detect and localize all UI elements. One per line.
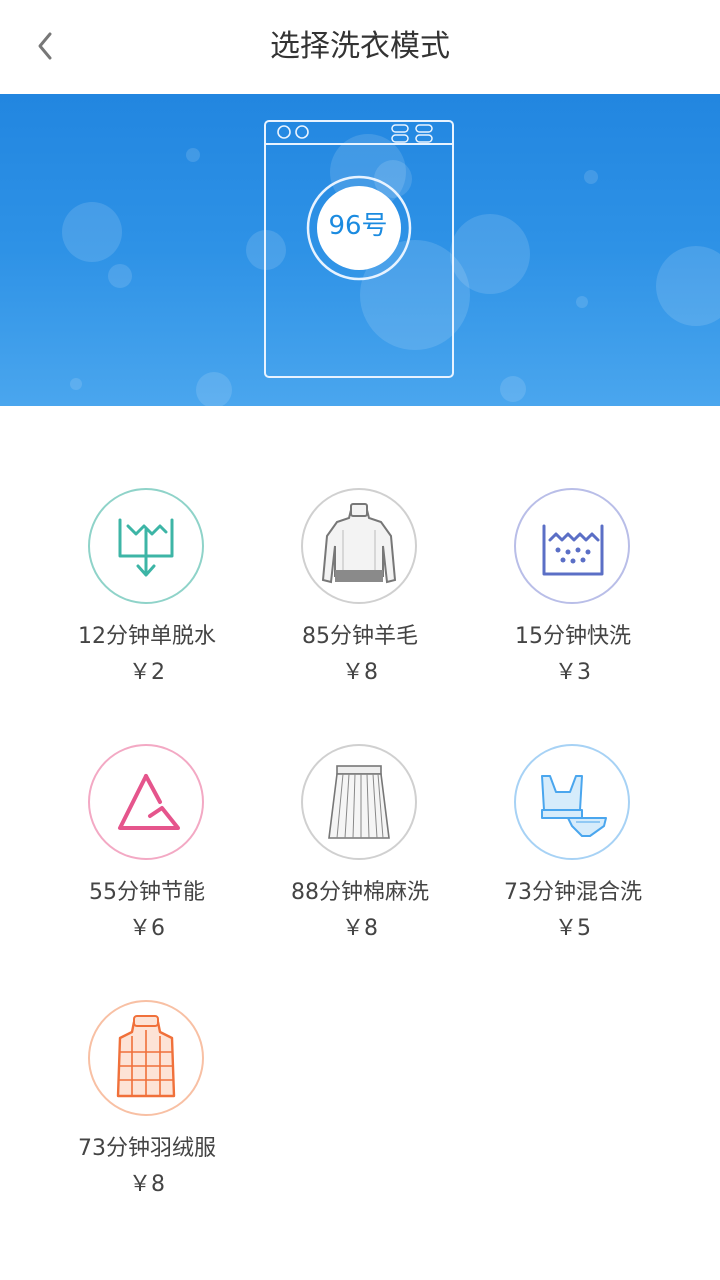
mode-price: ￥8 xyxy=(342,916,378,941)
quick-wash-icon xyxy=(542,524,604,576)
spin-dry-icon xyxy=(118,518,174,577)
mode-name: 15分钟快洗 xyxy=(515,624,631,649)
mode-item-quick-wash[interactable]: 15分钟快洗 ￥3 xyxy=(466,488,680,698)
mode-price: ￥6 xyxy=(129,916,165,941)
mode-item-energy-saving[interactable]: 55分钟节能 ￥6 xyxy=(40,744,254,954)
mode-item-spin-dry[interactable]: 12分钟单脱水 ￥2 xyxy=(40,488,254,698)
energy-saving-icon xyxy=(118,774,180,830)
down-vest-icon xyxy=(116,1015,176,1098)
underwear-icon xyxy=(541,775,607,837)
chevron-left-icon xyxy=(38,32,52,60)
mode-name: 55分钟节能 xyxy=(89,880,205,905)
page-title: 选择洗衣模式 xyxy=(270,29,450,64)
washer-banner: 96号 xyxy=(0,94,720,406)
mode-item-down-jacket[interactable]: 73分钟羽绒服 ￥8 xyxy=(40,1000,254,1210)
mode-price: ￥5 xyxy=(555,916,591,941)
mode-item-mixed[interactable]: 73分钟混合洗 ￥5 xyxy=(466,744,680,954)
top-bar: 选择洗衣模式 xyxy=(0,0,720,94)
mode-item-cotton-linen[interactable]: 88分钟棉麻洗 ￥8 xyxy=(253,744,467,954)
mode-price: ￥2 xyxy=(129,660,165,685)
mode-price: ￥8 xyxy=(342,660,378,685)
mode-item-wool[interactable]: 85分钟羊毛 ￥8 xyxy=(253,488,467,698)
back-button[interactable] xyxy=(22,22,70,70)
wool-sweater-icon xyxy=(321,503,397,584)
skirt-icon xyxy=(328,765,390,839)
machine-number: 96号 xyxy=(328,211,388,241)
mode-name: 12分钟单脱水 xyxy=(78,624,216,649)
mode-price: ￥8 xyxy=(129,1172,165,1197)
mode-name: 73分钟混合洗 xyxy=(504,880,642,905)
mode-price: ￥3 xyxy=(555,660,591,685)
mode-name: 85分钟羊毛 xyxy=(302,624,418,649)
mode-name: 88分钟棉麻洗 xyxy=(291,880,429,905)
mode-name: 73分钟羽绒服 xyxy=(78,1136,216,1161)
